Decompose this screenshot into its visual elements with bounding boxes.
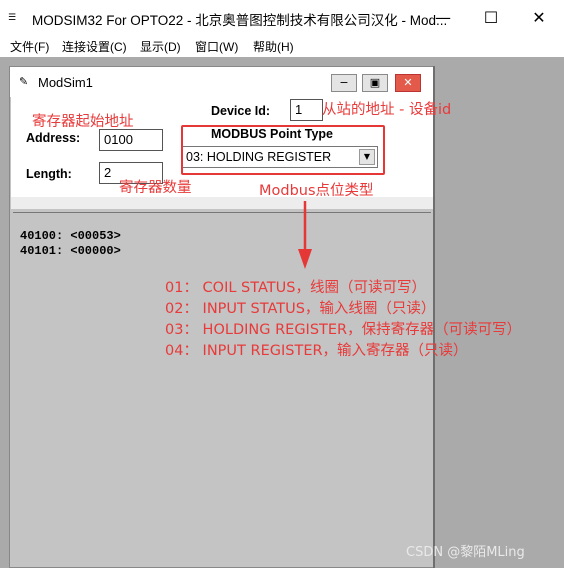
annotation-type-04: 04： INPUT REGISTER，输入寄存器（只读） <box>165 343 468 359</box>
menu-help[interactable]: 帮助(H) <box>253 38 294 55</box>
restore-icon: ▣ <box>369 76 381 89</box>
length-label: Length: <box>26 167 72 181</box>
title-bar: ☰ MODSIM32 For OPTO22 - 北京奥普图控制技术有限公司汉化 … <box>0 0 564 36</box>
child-restore-button[interactable]: ▣ <box>362 74 388 92</box>
child-close-button[interactable]: ✕ <box>395 74 421 92</box>
minimize-button[interactable]: — <box>420 4 466 32</box>
annotation-register-count: 寄存器数量 <box>119 180 192 196</box>
arrow-down-icon <box>298 201 312 269</box>
device-id-field[interactable]: 1 <box>290 99 323 121</box>
menu-connection[interactable]: 连接设置(C) <box>62 38 127 55</box>
close-icon: ✕ <box>532 8 546 27</box>
register-row[interactable]: 40100: <00053> <box>20 229 121 243</box>
menu-display[interactable]: 显示(D) <box>140 38 181 55</box>
maximize-button[interactable]: ☐ <box>468 4 514 32</box>
maximize-icon: ☐ <box>483 8 499 27</box>
menu-bar: 文件(F) 连接设置(C) 显示(D) 窗口(W) 帮助(H) <box>0 36 564 56</box>
child-minimize-button[interactable]: − <box>331 74 357 92</box>
address-field[interactable]: 0100 <box>99 129 163 151</box>
app-icon: ☰ <box>8 13 17 23</box>
watermark: CSDN @黎陌MLing <box>406 545 525 560</box>
annotation-point-type: Modbus点位类型 <box>259 183 374 199</box>
child-window-title: ModSim1 <box>38 75 93 90</box>
device-id-label: Device Id: <box>211 104 271 118</box>
register-display: 40100: <00053> 40101: <00000> <box>13 212 431 565</box>
register-row[interactable]: 40101: <00000> <box>20 244 121 258</box>
close-icon: ✕ <box>403 76 413 89</box>
close-button[interactable]: ✕ <box>516 4 562 32</box>
menu-window[interactable]: 窗口(W) <box>195 38 238 55</box>
address-label: Address: <box>26 131 81 145</box>
annotation-type-01: 01： COIL STATUS，线圈（可读可写） <box>165 280 426 296</box>
annotation-start-address: 寄存器起始地址 <box>32 114 134 130</box>
window-title: MODSIM32 For OPTO22 - 北京奥普图控制技术有限公司汉化 - … <box>32 13 448 28</box>
modsim-icon: ✎ <box>19 76 29 88</box>
annotation-slave-id: 从站的地址 - 设备id <box>322 102 452 118</box>
minimize-icon: — <box>435 8 451 27</box>
child-title-bar[interactable]: ✎ ModSim1 − ▣ ✕ <box>10 67 434 97</box>
point-type-highlight-box <box>181 125 385 175</box>
menu-file[interactable]: 文件(F) <box>10 38 49 55</box>
annotation-type-02: 02： INPUT STATUS，输入线圈（只读） <box>165 301 436 317</box>
minimize-icon: − <box>339 76 349 89</box>
annotation-type-03: 03： HOLDING REGISTER，保持寄存器（可读可写） <box>165 322 522 338</box>
